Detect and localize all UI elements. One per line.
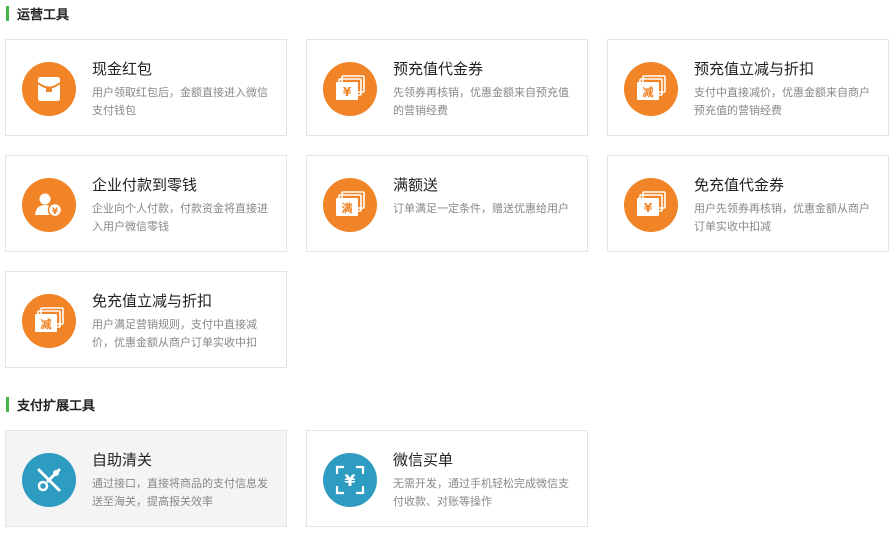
card-description: 无需开发，通过手机轻松完成微信支付收款、对账等操作: [393, 478, 569, 508]
section-accent-bar: [6, 396, 9, 412]
svg-text:¥: ¥: [52, 207, 59, 217]
scan-yuan-icon: ¥: [323, 453, 377, 507]
svg-text:减: 减: [643, 85, 654, 99]
customs-tools-icon: [22, 453, 76, 507]
card-title: 免充值代金券: [694, 177, 785, 194]
tool-card-free-voucher[interactable]: ¥ 免充值代金券 用户先领券再核销，优惠金额从商户订单实收中扣减: [607, 155, 889, 252]
card-description: 用户领取红包后，金额直接进入微信支付钱包: [92, 87, 268, 117]
enterprise-payment-icon: ¥: [22, 178, 76, 232]
card-description: 订单满足一定条件，赠送优惠给用户: [393, 203, 569, 215]
tool-card-prepaid-discount[interactable]: 减 预充值立减与折扣 支付中直接减价，优惠金额来自商户预充值的营销经费: [607, 39, 889, 136]
section-title-operations: 运营工具: [6, 5, 70, 22]
svg-text:¥: ¥: [344, 471, 355, 490]
card-title: 免充值立减与折扣: [92, 293, 213, 310]
card-description: 先领券再核销，优惠金额来自预充值的营销经费: [393, 87, 569, 117]
discount-voucher-icon: 减: [22, 294, 76, 348]
tool-card-wechat-checkout[interactable]: ¥ 微信买单 无需开发，通过手机轻松完成微信支付收款、对账等操作: [306, 430, 588, 527]
tool-card-self-customs[interactable]: 自助清关 通过接口，直接将商品的支付信息发送至海关，提高报关效率: [5, 430, 287, 527]
discount-voucher-icon: 减: [624, 62, 678, 116]
card-title: 预充值立减与折扣: [694, 61, 815, 78]
tool-card-prepaid-voucher[interactable]: ¥ 预充值代金券 先领券再核销，优惠金额来自预充值的营销经费: [306, 39, 588, 136]
svg-text:满: 满: [342, 201, 353, 215]
tool-card-enterprise-payment[interactable]: ¥ 企业付款到零钱 企业向个人付款，付款资金将直接进入用户微信零钱: [5, 155, 287, 252]
card-title: 预充值代金券: [393, 61, 484, 78]
section-title-text: 支付扩展工具: [17, 397, 96, 413]
card-title: 现金红包: [92, 61, 153, 78]
card-title: 自助清关: [92, 452, 153, 469]
card-description: 企业向个人付款，付款资金将直接进入用户微信零钱: [92, 203, 268, 233]
card-description: 通过接口，直接将商品的支付信息发送至海关，提高报关效率: [92, 478, 268, 508]
section-title-text: 运营工具: [17, 6, 70, 22]
tool-card-full-amount-gift[interactable]: 满 满额送 订单满足一定条件，赠送优惠给用户: [306, 155, 588, 252]
svg-text:¥: ¥: [343, 85, 352, 99]
card-title: 企业付款到零钱: [92, 177, 198, 194]
svg-text:¥: ¥: [644, 201, 653, 215]
yuan-voucher-icon: ¥: [624, 178, 678, 232]
card-title: 满额送: [393, 177, 439, 194]
card-description: 支付中直接减价，优惠金额来自商户预充值的营销经费: [694, 87, 870, 117]
tool-card-free-discount[interactable]: 减 免充值立减与折扣 用户满足营销规则，支付中直接减价，优惠金额从商户订单实收中…: [5, 271, 287, 368]
card-title: 微信买单: [393, 452, 454, 469]
tool-card-cash-red-packet[interactable]: 现金红包 用户领取红包后，金额直接进入微信支付钱包: [5, 39, 287, 136]
svg-text:减: 减: [41, 317, 52, 331]
section-title-payment-extension: 支付扩展工具: [6, 396, 96, 413]
yuan-voucher-icon: ¥: [323, 62, 377, 116]
card-description: 用户先领券再核销，优惠金额从商户订单实收中扣减: [694, 203, 870, 233]
card-description: 用户满足营销规则，支付中直接减价，优惠金额从商户订单实收中扣: [92, 319, 257, 349]
full-amount-gift-icon: 满: [323, 178, 377, 232]
section-accent-bar: [6, 5, 9, 21]
red-packet-icon: [22, 62, 76, 116]
